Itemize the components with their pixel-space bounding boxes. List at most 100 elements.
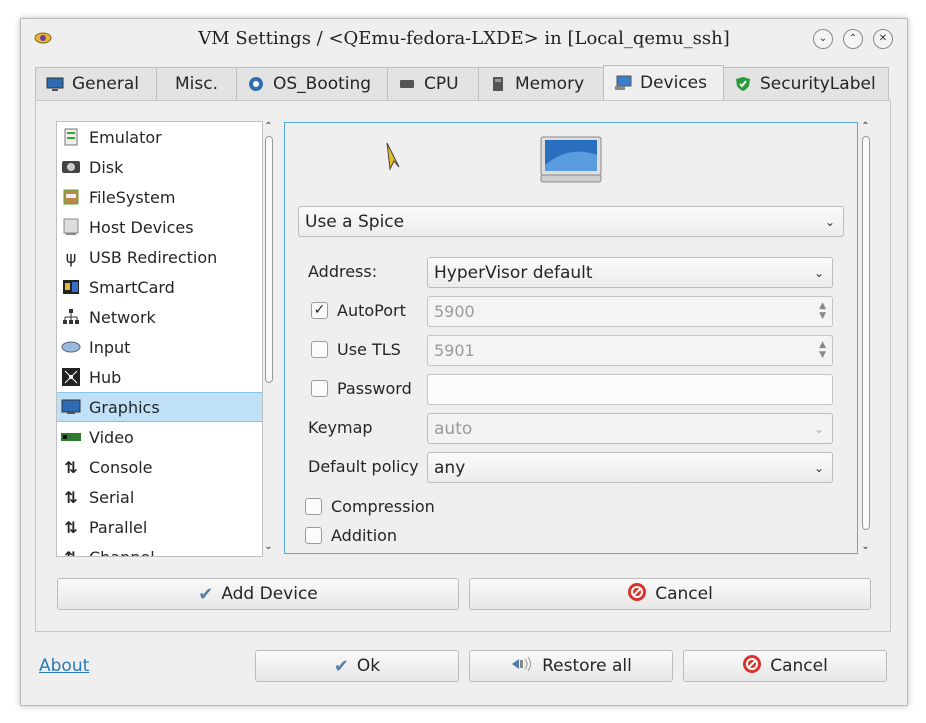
scroll-up-arrow-icon[interactable]: ⌃ (860, 122, 871, 132)
filesystem-icon (61, 188, 81, 206)
password-field[interactable] (427, 374, 833, 405)
window-title: VM Settings / <QEmu-fedora-LXDE> in [Loc… (198, 28, 730, 49)
arrows-icon: ⇅ (64, 517, 78, 537)
close-button[interactable]: ✕ (873, 29, 893, 49)
compression-checkbox[interactable] (305, 498, 322, 515)
address-select[interactable]: HyperVisor default ⌄ (427, 257, 833, 288)
disk-icon (61, 158, 81, 176)
scroll-down-arrow-icon[interactable]: ⌄ (860, 542, 871, 552)
graphics-monitor-icon (539, 135, 603, 189)
tab-label: OS_Booting (273, 74, 372, 94)
scrollbar-thumb[interactable] (265, 136, 273, 383)
spin-arrows-icon[interactable]: ▲ ▼ (819, 301, 826, 321)
tab-label: CPU (424, 74, 459, 94)
tab-securitylabel[interactable]: SecurityLabel (723, 67, 889, 100)
chevron-down-icon: ⌄ (813, 422, 824, 436)
graphics-panel-scrollbar[interactable]: ⌃ ⌄ (860, 122, 871, 555)
restore-all-button[interactable]: Restore all (469, 650, 673, 682)
chevron-down-icon: ⌄ (824, 215, 835, 229)
tab-os-booting[interactable]: OS_Booting (236, 67, 388, 100)
list-item-network[interactable]: Network (57, 302, 262, 332)
vm-settings-window: VM Settings / <QEmu-fedora-LXDE> in [Loc… (20, 18, 908, 706)
use-tls-label: Use TLS (337, 340, 401, 359)
keymap-label: Keymap (308, 418, 373, 437)
graphics-icon (61, 398, 81, 416)
check-icon: ✔ (333, 655, 349, 677)
about-link[interactable]: About (39, 656, 89, 676)
list-item-parallel[interactable]: ⇅ Parallel (57, 512, 262, 542)
smartcard-icon (61, 278, 81, 296)
list-item-disk[interactable]: Disk (57, 152, 262, 182)
boot-icon (247, 76, 265, 92)
device-list-scrollbar[interactable]: ⌃ ⌄ (263, 122, 274, 555)
tab-cpu[interactable]: CPU (387, 67, 479, 100)
chevron-down-icon: ⌄ (813, 461, 824, 475)
emulator-icon (61, 128, 81, 146)
restore-icon (510, 656, 534, 677)
list-item-hub[interactable]: Hub (57, 362, 262, 392)
list-item-channel[interactable]: ⇅ Channel (57, 542, 262, 557)
default-policy-label: Default policy (308, 457, 419, 476)
default-policy-select[interactable]: any ⌄ (427, 452, 833, 483)
minimize-button[interactable]: ⌄ (813, 29, 833, 49)
tab-label: Devices (640, 73, 707, 93)
check-icon: ✔ (198, 583, 214, 605)
cancel-icon (742, 654, 762, 679)
scroll-up-arrow-icon[interactable]: ⌃ (263, 122, 274, 132)
scrollbar-thumb[interactable] (862, 136, 870, 530)
autoport-spinbox[interactable]: 5900 ▲ ▼ (427, 296, 833, 327)
addition-label: Addition (331, 526, 398, 545)
list-item-usb-redirection[interactable]: ψ USB Redirection (57, 242, 262, 272)
graphics-settings-panel: Use a Spice ⌄ Address: HyperVisor defaul… (284, 122, 858, 554)
host-devices-icon (61, 218, 81, 236)
add-device-button[interactable]: ✔ Add Device (57, 578, 459, 610)
tab-label: General (72, 74, 139, 94)
video-icon (61, 428, 81, 446)
tab-misc[interactable]: Misc. (156, 67, 237, 100)
tab-label: Misc. (175, 74, 218, 94)
cancel-icon (627, 582, 647, 607)
cancel-device-button[interactable]: Cancel (469, 578, 871, 610)
arrows-icon: ⇅ (64, 457, 78, 477)
arrows-icon: ⇅ (64, 487, 78, 507)
list-item-serial[interactable]: ⇅ Serial (57, 482, 262, 512)
tab-label: SecurityLabel (760, 74, 876, 94)
use-tls-checkbox[interactable] (311, 341, 328, 358)
scroll-down-arrow-icon[interactable]: ⌄ (263, 542, 274, 552)
input-icon (61, 338, 81, 356)
autoport-checkbox[interactable]: ✓ (311, 302, 328, 319)
tab-memory[interactable]: Memory (478, 67, 604, 100)
password-checkbox[interactable] (311, 380, 328, 397)
keymap-select[interactable]: auto ⌄ (427, 413, 833, 444)
cancel-button[interactable]: Cancel (683, 650, 887, 682)
addition-checkbox[interactable] (305, 527, 322, 544)
monitor-icon (46, 76, 64, 92)
list-item-console[interactable]: ⇅ Console (57, 452, 262, 482)
list-item-smartcard[interactable]: SmartCard (57, 272, 262, 302)
tab-devices[interactable]: Devices (603, 65, 724, 100)
spin-arrows-icon[interactable]: ▲ ▼ (819, 340, 826, 360)
title-bar: VM Settings / <QEmu-fedora-LXDE> in [Loc… (21, 19, 907, 59)
cpu-icon (398, 76, 416, 92)
shield-icon (734, 76, 752, 92)
usb-icon: ψ (65, 247, 77, 267)
graphics-type-select[interactable]: Use a Spice ⌄ (298, 206, 844, 237)
tab-general[interactable]: General (35, 67, 157, 100)
address-label: Address: (308, 262, 378, 281)
list-item-emulator[interactable]: Emulator (57, 122, 262, 152)
arrows-icon: ⇅ (64, 547, 78, 557)
chevron-down-icon: ⌄ (813, 266, 824, 280)
ok-button[interactable]: ✔ Ok (255, 650, 459, 682)
maximize-button[interactable]: ⌃ (843, 29, 863, 49)
device-list[interactable]: Emulator Disk FileSystem Host Devices ψU… (56, 121, 263, 557)
hub-icon (61, 368, 81, 386)
list-item-input[interactable]: Input (57, 332, 262, 362)
tls-port-spinbox[interactable]: 5901 ▲ ▼ (427, 335, 833, 366)
network-icon (61, 308, 81, 326)
list-item-filesystem[interactable]: FileSystem (57, 182, 262, 212)
list-item-host-devices[interactable]: Host Devices (57, 212, 262, 242)
list-item-video[interactable]: Video (57, 422, 262, 452)
tab-label: Memory (515, 74, 585, 94)
list-item-graphics[interactable]: Graphics (57, 392, 262, 422)
compression-label: Compression (331, 497, 435, 516)
